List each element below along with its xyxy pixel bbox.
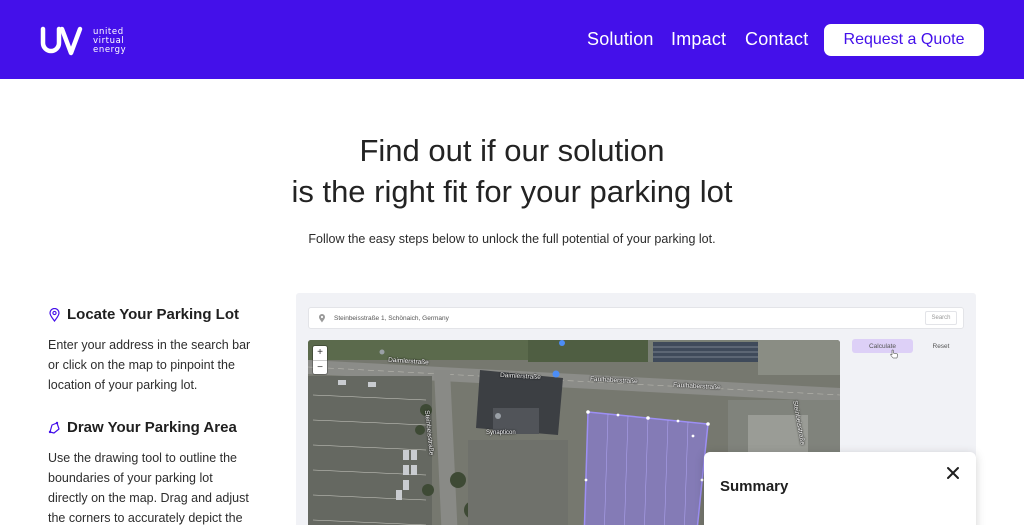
close-icon[interactable] (946, 466, 960, 480)
hero-title-line-1: Find out if our solution (359, 133, 665, 168)
step-draw: Draw Your Parking Area Use the drawing t… (48, 419, 268, 525)
request-quote-button[interactable]: Request a Quote (824, 24, 984, 56)
step-locate: Locate Your Parking Lot Enter your addre… (48, 306, 268, 395)
hand-cursor-icon (890, 349, 898, 359)
zoom-in-button[interactable]: + (313, 346, 327, 360)
step-description: Use the drawing tool to outline the boun… (48, 451, 249, 525)
location-pin-icon (49, 307, 60, 322)
location-pin-icon (319, 314, 325, 323)
nav-contact[interactable]: Contact (745, 29, 808, 50)
map-place-label: Synapticon (486, 430, 516, 436)
nav-impact[interactable]: Impact (671, 29, 726, 50)
search-button[interactable]: Search (925, 311, 957, 325)
calculate-button[interactable]: Calculate (852, 339, 913, 353)
map-zoom-control: + − (313, 346, 327, 374)
summary-title: Summary (720, 478, 789, 495)
uve-logo-icon (40, 26, 83, 56)
nav-solution[interactable]: Solution (587, 29, 654, 50)
summary-panel: Summary (704, 452, 976, 525)
hero-title: Find out if our solution is the right fi… (0, 130, 1024, 212)
step-header: Draw Your Parking Area (48, 419, 268, 436)
step-title: Locate Your Parking Lot (67, 306, 239, 323)
brand-logo[interactable]: united virtual energy (40, 24, 140, 58)
hero-subtitle: Follow the easy steps below to unlock th… (308, 232, 716, 246)
logo-word-3: energy (93, 44, 127, 55)
zoom-out-button[interactable]: − (313, 361, 327, 375)
hero-title-line-2: is the right fit for your parking lot (291, 174, 733, 209)
top-navbar: united virtual energy Solution Impact Co… (0, 0, 1024, 79)
address-search-bar: Search (308, 307, 964, 329)
step-title: Draw Your Parking Area (67, 419, 237, 436)
logo-wordmark: united virtual energy (93, 27, 127, 55)
address-search-input[interactable] (334, 314, 925, 322)
step-header: Locate Your Parking Lot (48, 306, 268, 323)
draw-polygon-icon (48, 421, 60, 434)
reset-button[interactable]: Reset (921, 339, 961, 353)
step-description: Enter your address in the search bar or … (48, 338, 251, 392)
